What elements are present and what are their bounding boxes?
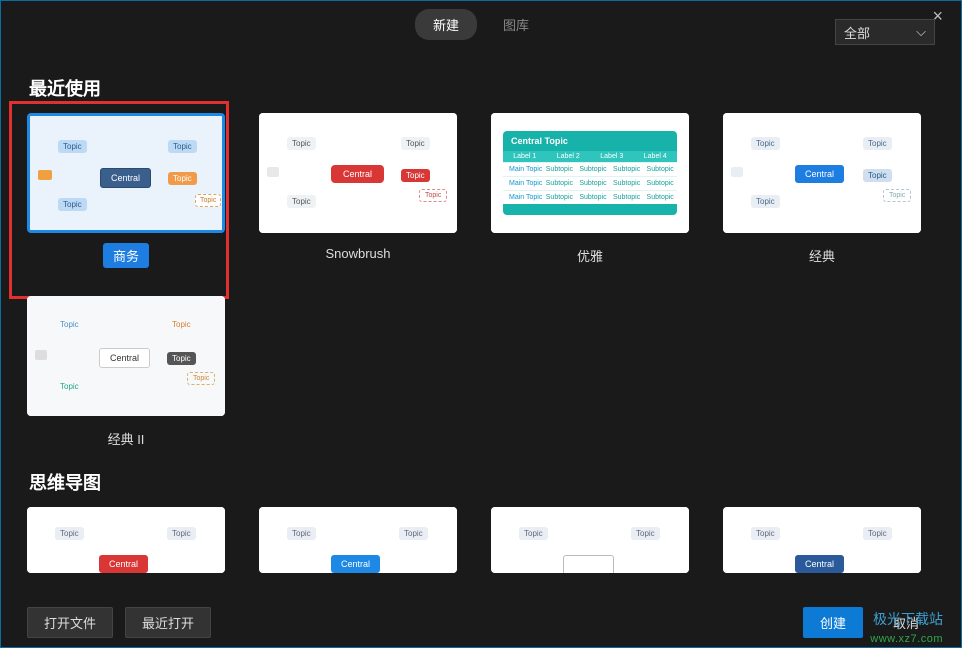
template-thumb: Central Topic Topic Topic Topic Topic (259, 113, 457, 233)
footer-bar: 打开文件 最近打开 创建 取消 (1, 597, 961, 647)
template-label: 优雅 (567, 243, 613, 268)
template-card-classic2[interactable]: Central Topic Topic Topic Topic Topic 经典… (27, 296, 225, 451)
template-card-mm1[interactable]: Topic Topic Central (27, 507, 225, 573)
template-card-classic[interactable]: Central Topic Topic Topic Topic Topic 经典 (723, 113, 921, 268)
filter-select[interactable]: 全部 ⌵ (835, 19, 935, 45)
tab-new[interactable]: 新建 (415, 9, 477, 40)
template-card-mm2[interactable]: Topic Topic Central (259, 507, 457, 573)
cancel-button[interactable]: 取消 (877, 608, 935, 637)
grid-recent: Central Topic Topic Topic Topic Topic 商务… (27, 113, 927, 451)
template-thumb: Topic Topic Central (259, 507, 457, 573)
template-label: Snowbrush (315, 243, 400, 264)
template-thumb: Central Topic Topic Topic Topic Topic (27, 296, 225, 416)
template-thumb: Topic Topic Central (491, 507, 689, 573)
template-label: 经典 (799, 243, 845, 268)
template-label: 经典 II (98, 426, 155, 451)
recent-open-button[interactable]: 最近打开 (125, 607, 211, 638)
top-bar: 新建 图库 全部 ⌵ (1, 1, 961, 47)
create-button[interactable]: 创建 (803, 607, 863, 638)
content-scroll[interactable]: 最近使用 Central Topic Topic Topic Topic Top… (1, 57, 953, 597)
template-card-snowbrush[interactable]: Central Topic Topic Topic Topic Topic Sn… (259, 113, 457, 268)
tab-gallery[interactable]: 图库 (485, 9, 547, 40)
section-title-mindmap: 思维导图 (29, 469, 927, 495)
template-thumb: Topic Topic Central (27, 507, 225, 573)
grid-mindmap: Topic Topic Central Topic Topic Central … (27, 507, 927, 573)
template-thumb: Topic Topic Central (723, 507, 921, 573)
template-thumb: Central Topic Topic Topic Topic Topic (723, 113, 921, 233)
chevron-down-icon: ⌵ (916, 24, 926, 40)
template-card-business[interactable]: Central Topic Topic Topic Topic Topic 商务 (27, 113, 225, 268)
open-file-button[interactable]: 打开文件 (27, 607, 113, 638)
template-thumb: Central Topic Label 1 Label 2 Label 3 La… (491, 113, 689, 233)
template-thumb: Central Topic Topic Topic Topic Topic (27, 113, 225, 233)
template-label: 商务 (103, 243, 149, 268)
tab-group: 新建 图库 (415, 9, 547, 40)
template-card-mm3[interactable]: Topic Topic Central (491, 507, 689, 573)
template-card-elegant[interactable]: Central Topic Label 1 Label 2 Label 3 La… (491, 113, 689, 268)
filter-value: 全部 (844, 23, 870, 42)
template-card-mm4[interactable]: Topic Topic Central (723, 507, 921, 573)
section-title-recent: 最近使用 (29, 75, 927, 101)
